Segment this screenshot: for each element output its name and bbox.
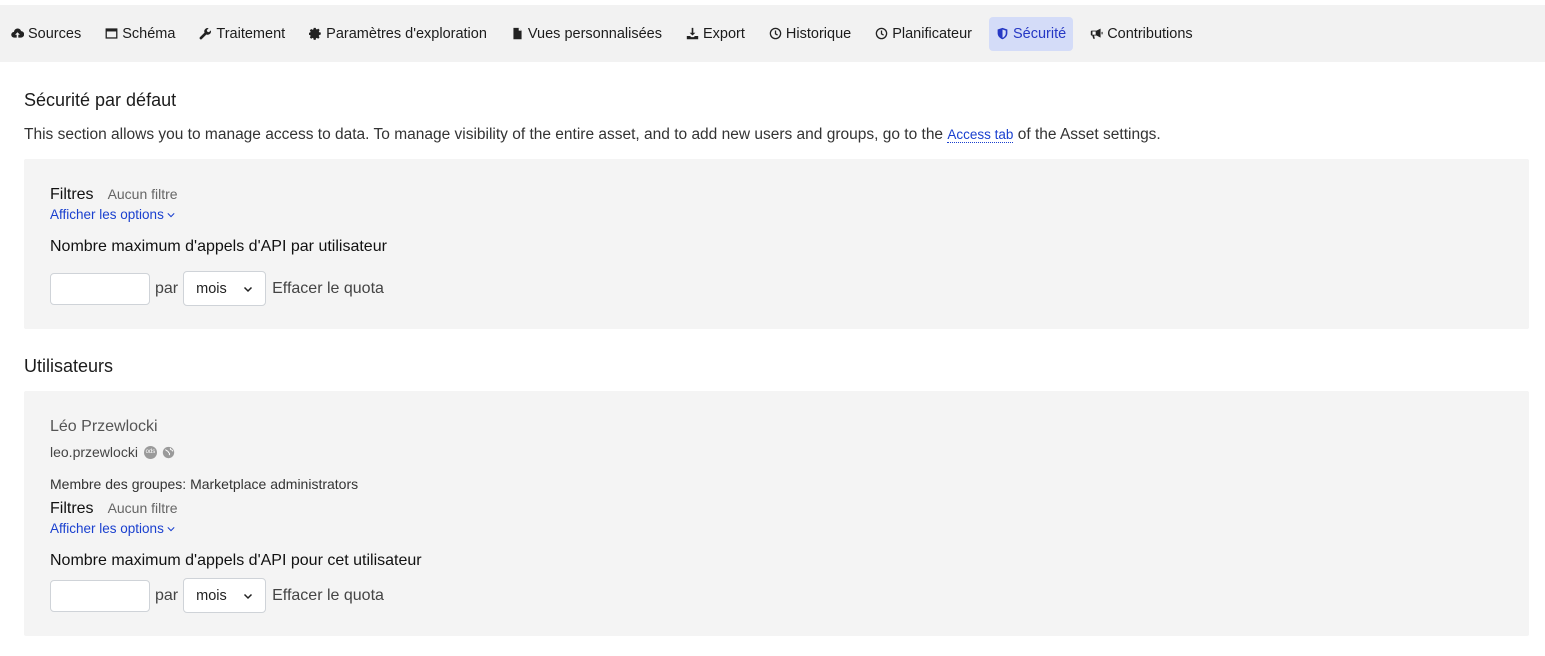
tab-planificateur[interactable]: Planificateur xyxy=(868,17,979,51)
shield-icon xyxy=(997,27,1008,40)
user-show-options-label: Afficher les options xyxy=(50,521,164,536)
wrench-icon xyxy=(199,28,212,40)
user-period-value: mois xyxy=(196,587,227,604)
clock-icon xyxy=(769,27,782,40)
tab-export[interactable]: Export xyxy=(679,17,752,51)
tab-bar: Sources Schéma Traitement Paramètres d'e… xyxy=(0,5,1545,62)
intro-text-before: This section allows you to manage access… xyxy=(24,126,948,143)
default-quota-row: par mois Effacer le quota xyxy=(50,271,384,306)
gear-icon xyxy=(309,27,321,40)
default-period-select[interactable]: mois xyxy=(183,271,267,306)
access-tab-link[interactable]: Access tab xyxy=(947,127,1014,143)
tab-securite-label: Sécurité xyxy=(1013,25,1067,42)
tab-contributions-label: Contributions xyxy=(1107,25,1193,42)
default-show-options-link[interactable]: Afficher les options xyxy=(50,207,175,222)
window-icon xyxy=(105,28,118,39)
user-per-label: par xyxy=(155,586,179,604)
default-quota-label: Nombre maximum d'appels d'API par utilis… xyxy=(50,238,387,255)
cloud-upload-icon xyxy=(11,28,24,38)
default-security-intro: This section allows you to manage access… xyxy=(24,126,1161,144)
tab-traitement-label: Traitement xyxy=(216,25,286,42)
user-show-options-link[interactable]: Afficher les options xyxy=(50,521,175,536)
tab-historique[interactable]: Historique xyxy=(762,17,858,51)
default-show-options-label: Afficher les options xyxy=(50,207,164,222)
default-period-value: mois xyxy=(196,280,227,297)
tab-export-label: Export xyxy=(703,25,745,42)
tab-sources[interactable]: Sources xyxy=(4,17,88,51)
file-icon xyxy=(513,27,522,40)
ods-badge-icon: ods xyxy=(143,445,157,459)
tab-parametres-exploration-label: Paramètres d'exploration xyxy=(326,25,487,42)
user-filters-value: Aucun filtre xyxy=(107,500,178,516)
user-quota-label: Nombre maximum d'appels d'API pour cet u… xyxy=(50,552,422,569)
download-icon xyxy=(686,27,699,40)
intro-text-after: of the Asset settings. xyxy=(1013,126,1161,143)
tab-contributions[interactable]: Contributions xyxy=(1083,17,1199,51)
default-filters-label: Filtres xyxy=(50,186,94,203)
tab-schema[interactable]: Schéma xyxy=(98,17,182,51)
tab-sources-label: Sources xyxy=(28,25,82,42)
user-panel: Léo Przewlocki leo.przewlocki ods Membre… xyxy=(24,391,1529,636)
default-filters-row: Filtres Aucun filtre xyxy=(50,186,178,204)
user-quota-row: par mois Effacer le quota xyxy=(50,578,384,613)
tab-securite[interactable]: Sécurité xyxy=(989,16,1074,51)
default-per-label: par xyxy=(155,279,179,297)
user-period-select[interactable]: mois xyxy=(183,578,267,613)
chevron-down-icon xyxy=(244,593,253,599)
tab-parametres-exploration[interactable]: Paramètres d'exploration xyxy=(302,17,494,51)
user-login: leo.przewlocki xyxy=(50,444,138,460)
tab-vues-personnalisees-label: Vues personnalisées xyxy=(527,25,662,42)
chevron-down-icon xyxy=(244,286,253,292)
user-groups: Membre des groupes: Marketplace administ… xyxy=(50,476,359,492)
default-quota-input[interactable] xyxy=(50,272,150,305)
tab-planificateur-label: Planificateur xyxy=(892,25,972,42)
user-login-row: leo.przewlocki ods xyxy=(50,444,175,460)
tab-schema-label: Schéma xyxy=(122,25,176,42)
megaphone-icon xyxy=(1091,28,1103,39)
default-security-title: Sécurité par défaut xyxy=(24,90,177,110)
default-filters-value: Aucun filtre xyxy=(107,186,178,202)
tab-historique-label: Historique xyxy=(785,25,852,42)
user-clear-quota-button[interactable]: Effacer le quota xyxy=(272,587,384,605)
globe-icon xyxy=(162,446,175,458)
user-filters-row: Filtres Aucun filtre xyxy=(50,500,178,518)
chevron-down-icon xyxy=(167,526,175,531)
user-quota-input[interactable] xyxy=(50,579,150,612)
user-filters-label: Filtres xyxy=(50,500,94,517)
clock-icon xyxy=(875,27,888,40)
user-name: Léo Przewlocki xyxy=(50,418,158,435)
users-title: Utilisateurs xyxy=(24,356,114,376)
tab-traitement[interactable]: Traitement xyxy=(192,17,292,51)
tab-vues-personnalisees[interactable]: Vues personnalisées xyxy=(504,17,669,51)
chevron-down-icon xyxy=(167,212,175,217)
default-security-panel: Filtres Aucun filtre Afficher les option… xyxy=(24,159,1529,329)
default-clear-quota-button[interactable]: Effacer le quota xyxy=(272,280,384,298)
